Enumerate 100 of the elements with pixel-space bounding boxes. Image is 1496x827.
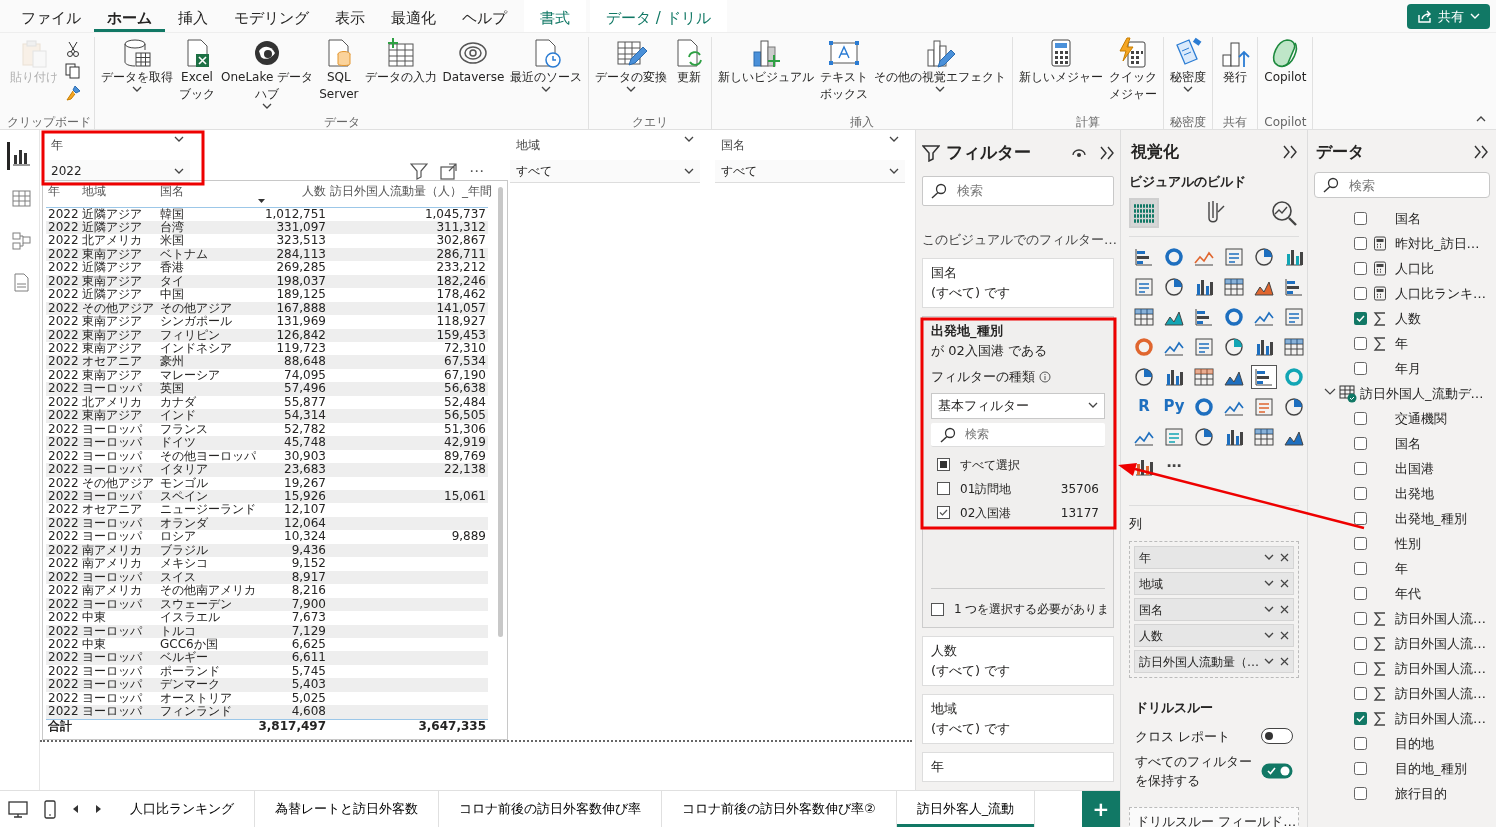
search-field[interactable]: 検索 bbox=[931, 422, 1105, 447]
chevron-down-icon[interactable] bbox=[1264, 606, 1274, 613]
expand-icon[interactable] bbox=[440, 162, 457, 180]
eye-icon[interactable] bbox=[1072, 146, 1086, 159]
field-item[interactable]: 出発地_種別 bbox=[1314, 506, 1490, 531]
close-icon[interactable] bbox=[1280, 631, 1289, 640]
checkbox[interactable] bbox=[1354, 312, 1367, 325]
ribbon-button[interactable]: データを取得 bbox=[98, 37, 176, 93]
ribbon-tab[interactable]: 最適化 bbox=[378, 0, 449, 32]
info-icon[interactable] bbox=[1039, 370, 1051, 383]
filter-card[interactable]: 地域 (すべて) です bbox=[922, 694, 1114, 744]
copy-icon[interactable] bbox=[65, 63, 81, 79]
slicer-dropdown[interactable]: 2022 bbox=[45, 160, 190, 183]
chart-type-icon[interactable] bbox=[1193, 425, 1215, 448]
slicer-dropdown[interactable]: すべて bbox=[510, 160, 700, 183]
page-tab[interactable]: 為替レートと訪日外客数 bbox=[255, 791, 439, 827]
ribbon-button[interactable]: 最近のソース bbox=[507, 37, 586, 93]
sort-descending-icon[interactable] bbox=[258, 199, 265, 204]
checkbox[interactable] bbox=[1354, 262, 1367, 275]
share-button[interactable]: 共有 bbox=[1407, 4, 1490, 29]
ribbon-button[interactable]: 新しいメジャー bbox=[1016, 37, 1107, 86]
checkbox[interactable] bbox=[1354, 787, 1367, 800]
field-well[interactable]: 訪日外国人流動量（… bbox=[1134, 650, 1294, 673]
checkbox[interactable] bbox=[1354, 237, 1367, 250]
page-tab[interactable]: コロナ前後の訪日外客数伸び率 bbox=[439, 791, 662, 827]
previous-icon[interactable] bbox=[72, 804, 79, 814]
search-field[interactable]: 検索 bbox=[1314, 172, 1490, 198]
checkbox[interactable] bbox=[931, 602, 944, 616]
field-item[interactable]: 訪日外国人流… bbox=[1314, 656, 1490, 681]
chart-type-icon[interactable] bbox=[1133, 365, 1155, 388]
checkbox[interactable] bbox=[1354, 487, 1367, 500]
slicer-dropdown[interactable]: すべて bbox=[715, 160, 905, 183]
collapse-icon[interactable] bbox=[1283, 145, 1297, 159]
chart-type-icon[interactable] bbox=[1253, 425, 1275, 448]
close-icon[interactable] bbox=[1280, 579, 1289, 588]
checkbox[interactable] bbox=[1354, 762, 1367, 775]
chevron-down-icon[interactable] bbox=[1264, 554, 1274, 561]
column-header[interactable]: 国名 bbox=[158, 185, 256, 207]
visual-type-button[interactable]: R bbox=[1131, 394, 1157, 419]
checkbox[interactable] bbox=[1354, 512, 1367, 525]
page-tab[interactable]: 訪日外客人_流動 bbox=[896, 791, 1036, 827]
field-item[interactable]: 年月 bbox=[1314, 356, 1490, 381]
checkbox[interactable] bbox=[937, 482, 950, 496]
checkbox[interactable] bbox=[1354, 662, 1367, 675]
checkbox[interactable] bbox=[937, 458, 950, 472]
checkbox[interactable] bbox=[1354, 587, 1367, 600]
checkbox[interactable] bbox=[1354, 737, 1367, 750]
field-item[interactable]: 交通機関 bbox=[1314, 406, 1490, 431]
ribbon-tab[interactable]: データ / ドリル bbox=[590, 0, 727, 32]
field-item[interactable]: 昨対比_訪日… bbox=[1314, 231, 1490, 256]
visual-type-button[interactable]: ⋯ bbox=[1161, 454, 1187, 479]
field-item[interactable]: 目的地_種別 bbox=[1314, 756, 1490, 781]
checkbox[interactable] bbox=[1354, 337, 1367, 350]
filter-card[interactable]: 出発地_種別 が 02入国港 である フィルターの種類 基本フィルター 検索 すべて選択 01訪問地 35706 02入国港 13177 1 つを選択する必要がありま bbox=[922, 315, 1114, 628]
desktop-icon[interactable] bbox=[8, 800, 28, 818]
field-item[interactable]: 出発地 bbox=[1314, 481, 1490, 506]
field-item[interactable]: 国名 bbox=[1314, 431, 1490, 456]
page-tab[interactable]: コロナ前後の訪日外客数伸び率② bbox=[662, 791, 897, 827]
chart-type-icon[interactable] bbox=[1163, 245, 1185, 268]
ribbon-button[interactable]: Copilot bbox=[1261, 37, 1310, 86]
checkbox[interactable] bbox=[1354, 537, 1367, 550]
next-icon[interactable] bbox=[95, 804, 102, 814]
column-header[interactable]: 地域 bbox=[80, 185, 158, 207]
chart-type-icon[interactable] bbox=[1193, 365, 1215, 388]
chevron-down-icon[interactable] bbox=[174, 136, 184, 143]
ribbon-tab[interactable]: 書式 bbox=[524, 0, 586, 32]
phone-icon[interactable] bbox=[44, 799, 56, 819]
chevron-down-icon[interactable] bbox=[1264, 658, 1274, 665]
search-field[interactable]: 検索 bbox=[922, 175, 1114, 207]
field-item[interactable]: 訪日外国人流… bbox=[1314, 606, 1490, 631]
more-options-button[interactable]: ⋯ bbox=[469, 160, 484, 183]
checkbox[interactable] bbox=[1354, 437, 1367, 450]
field-well[interactable]: 年 bbox=[1134, 546, 1294, 569]
chart-type-icon[interactable] bbox=[1223, 305, 1245, 328]
model-icon[interactable] bbox=[11, 231, 31, 250]
field-item[interactable]: 訪日外国人流… bbox=[1314, 631, 1490, 656]
field-well[interactable]: 国名 bbox=[1134, 598, 1294, 621]
ribbon-tab[interactable]: ホーム bbox=[94, 0, 165, 32]
toggle-switch[interactable] bbox=[1261, 762, 1293, 779]
field-item[interactable]: 人数 bbox=[1314, 306, 1490, 331]
brush-icon[interactable] bbox=[65, 85, 81, 101]
add-page-button[interactable]: + bbox=[1082, 791, 1120, 827]
checkbox[interactable] bbox=[1354, 362, 1367, 375]
field-item[interactable]: 訪日外国人流… bbox=[1314, 706, 1490, 731]
ribbon-button[interactable]: Excel ブック bbox=[176, 37, 218, 103]
filter-card[interactable]: 人数 (すべて) です bbox=[922, 636, 1114, 686]
chart-type-icon[interactable] bbox=[1283, 395, 1305, 418]
table-node[interactable]: 訪日外国人_流動デ… bbox=[1314, 381, 1490, 406]
close-icon[interactable] bbox=[1280, 657, 1289, 666]
field-item[interactable]: 訪日外国人流… bbox=[1314, 681, 1490, 706]
chart-type-icon[interactable] bbox=[1223, 275, 1245, 298]
ribbon-button[interactable]: Dataverse bbox=[439, 37, 508, 86]
field-item[interactable]: 人口比 bbox=[1314, 256, 1490, 281]
field-well[interactable]: 地域 bbox=[1134, 572, 1294, 595]
ribbon-button[interactable]: データの変換 bbox=[592, 37, 671, 93]
close-icon[interactable] bbox=[1280, 553, 1289, 562]
chart-type-icon[interactable] bbox=[1193, 395, 1215, 418]
chart-type-icon[interactable] bbox=[1253, 245, 1275, 268]
ribbon-button[interactable]: その他の視覚エフェクト bbox=[871, 37, 1010, 93]
collapse-ribbon-icon[interactable] bbox=[1476, 115, 1486, 123]
